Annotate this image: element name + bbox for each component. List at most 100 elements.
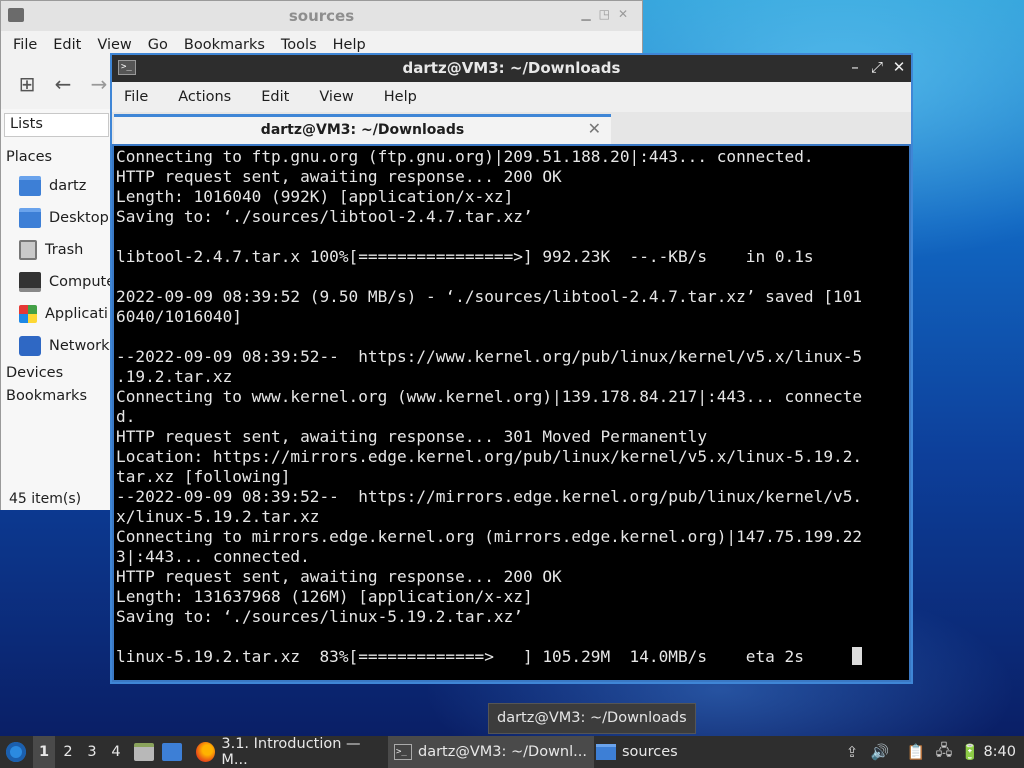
status-bar-text: 45 item(s)	[9, 491, 82, 507]
place-label: Desktop	[49, 210, 109, 226]
start-logo-icon	[6, 742, 26, 762]
back-arrow-icon[interactable]: ←	[51, 72, 75, 96]
terminal-line: tar.xz [following]	[116, 467, 291, 486]
maximize-icon[interactable]: ⤢	[867, 58, 887, 76]
task-label: 3.1. Introduction — M...	[221, 736, 361, 768]
terminal-titlebar[interactable]: >_ dartz@VM3: ~/Downloads – ⤢ ✕	[112, 55, 911, 82]
places-heading: Places	[6, 149, 53, 165]
place-item-network[interactable]: Network	[19, 332, 110, 360]
battery-icon[interactable]: 🔋	[960, 736, 980, 768]
terminal-line: linux-5.19.2.tar.xz 83%[=============> ]…	[116, 647, 909, 667]
place-item-computer[interactable]: Compute	[19, 268, 115, 296]
side-pane: Lists Places dartz Desktop Trash Compute…	[1, 109, 115, 510]
terminal-line: 2022-09-09 08:39:52 (9.50 MB/s) - ‘./sou…	[116, 287, 863, 306]
terminal-tab[interactable]: dartz@VM3: ~/Downloads ✕	[114, 114, 611, 144]
menu-edit[interactable]: Edit	[253, 89, 297, 105]
workspace-4[interactable]: 4	[105, 736, 127, 768]
folder-icon	[596, 744, 616, 760]
clock[interactable]: 8:40	[983, 736, 1016, 768]
menu-view[interactable]: View	[311, 89, 361, 105]
computer-icon	[19, 272, 41, 292]
close-icon[interactable]: ✕	[889, 58, 909, 76]
bookmarks-heading: Bookmarks	[6, 388, 88, 404]
quicklaunch-desktop[interactable]	[162, 736, 182, 768]
tooltip: dartz@VM3: ~/Downloads	[488, 703, 696, 734]
workspace-3[interactable]: 3	[81, 736, 103, 768]
menu-help[interactable]: Help	[376, 89, 425, 105]
trash-icon	[19, 240, 37, 260]
place-item-applications[interactable]: Applicati	[19, 300, 108, 328]
update-notifier-icon[interactable]: ⇪	[842, 736, 862, 768]
window-title: sources	[288, 7, 355, 25]
menu-tools[interactable]: Tools	[273, 37, 325, 53]
terminal-window[interactable]: >_ dartz@VM3: ~/Downloads – ⤢ ✕ File Act…	[110, 53, 913, 684]
start-menu-button[interactable]	[6, 736, 28, 768]
terminal-line: Connecting to www.kernel.org (www.kernel…	[116, 387, 863, 406]
new-tab-icon[interactable]: ⊞	[15, 72, 39, 96]
terminal-line: 6040/1016040]	[116, 307, 242, 326]
terminal-line: 3|:443... connected.	[116, 547, 310, 566]
side-pane-mode-select[interactable]: Lists	[4, 113, 109, 137]
place-label: dartz	[49, 178, 87, 194]
terminal-menubar: File Actions Edit View Help	[112, 82, 911, 112]
terminal-line: HTTP request sent, awaiting response... …	[116, 567, 562, 586]
taskbar: 1 2 3 4 3.1. Introduction — M... >_ dart…	[0, 736, 1024, 768]
tab-label: dartz@VM3: ~/Downloads	[260, 122, 465, 138]
place-item-desktop[interactable]: Desktop	[19, 204, 109, 232]
menu-edit[interactable]: Edit	[45, 37, 89, 53]
window-title: dartz@VM3: ~/Downloads	[402, 59, 621, 77]
network-icon	[19, 336, 41, 356]
workspace-1[interactable]: 1	[33, 736, 55, 768]
workspace-2[interactable]: 2	[57, 736, 79, 768]
minimize-icon[interactable]: –	[845, 58, 865, 76]
terminal-line: Saving to: ‘./sources/linux-5.19.2.tar.x…	[116, 607, 523, 626]
place-label: Trash	[45, 242, 84, 258]
close-tab-icon[interactable]: ✕	[588, 119, 601, 138]
window-controls[interactable]: ▁◳✕	[581, 7, 636, 21]
menu-actions[interactable]: Actions	[170, 89, 239, 105]
place-label: Compute	[49, 274, 116, 290]
network-status-icon[interactable]: 🖧	[934, 736, 954, 768]
menu-help[interactable]: Help	[325, 37, 374, 53]
task-file-manager[interactable]: sources	[590, 736, 702, 768]
task-label: dartz@VM3: ~/Downl...	[418, 744, 587, 760]
quicklaunch-files[interactable]	[134, 736, 154, 768]
task-firefox[interactable]: 3.1. Introduction — M...	[190, 736, 392, 768]
terminal-line: HTTP request sent, awaiting response... …	[116, 427, 708, 446]
terminal-line: Saving to: ‘./sources/libtool-2.4.7.tar.…	[116, 207, 533, 226]
menu-file[interactable]: File	[116, 89, 156, 105]
menu-view[interactable]: View	[89, 37, 139, 53]
terminal-line: Length: 131637968 (126M) [application/x-…	[116, 587, 533, 606]
terminal-line: --2022-09-09 08:39:52-- https://mirrors.…	[116, 487, 863, 506]
terminal-output[interactable]: Connecting to ftp.gnu.org (ftp.gnu.org)|…	[114, 146, 909, 680]
terminal-line: HTTP request sent, awaiting response... …	[116, 167, 562, 186]
volume-icon[interactable]: 🔊	[870, 736, 890, 768]
menu-go[interactable]: Go	[140, 37, 176, 53]
show-desktop-icon	[162, 743, 182, 761]
file-manager-launcher-icon	[134, 743, 154, 761]
terminal-line: --2022-09-09 08:39:52-- https://www.kern…	[116, 347, 863, 366]
menu-file[interactable]: File	[5, 37, 45, 53]
clipboard-icon[interactable]: 📋	[906, 736, 926, 768]
terminal-line: x/linux-5.19.2.tar.xz	[116, 507, 320, 526]
task-terminal[interactable]: >_ dartz@VM3: ~/Downl...	[388, 736, 594, 768]
devices-heading: Devices	[6, 365, 64, 381]
place-label: Applicati	[45, 306, 108, 322]
file-manager-titlebar[interactable]: sources ▁◳✕	[1, 1, 642, 31]
terminal-line: Connecting to mirrors.edge.kernel.org (m…	[116, 527, 863, 546]
terminal-icon: >_	[394, 744, 412, 760]
terminal-line: libtool-2.4.7.tar.x 100%[===============…	[116, 247, 814, 266]
place-item-trash[interactable]: Trash	[19, 236, 83, 264]
place-item-home[interactable]: dartz	[19, 172, 86, 200]
forward-arrow-icon[interactable]: →	[87, 72, 111, 96]
applications-icon	[19, 305, 37, 323]
terminal-line: d.	[116, 407, 136, 426]
terminal-line: Length: 1016040 (992K) [application/x-xz…	[116, 187, 514, 206]
menu-bookmarks[interactable]: Bookmarks	[176, 37, 273, 53]
desktop-folder-icon	[19, 208, 41, 228]
terminal-line: .19.2.tar.xz	[116, 367, 233, 386]
